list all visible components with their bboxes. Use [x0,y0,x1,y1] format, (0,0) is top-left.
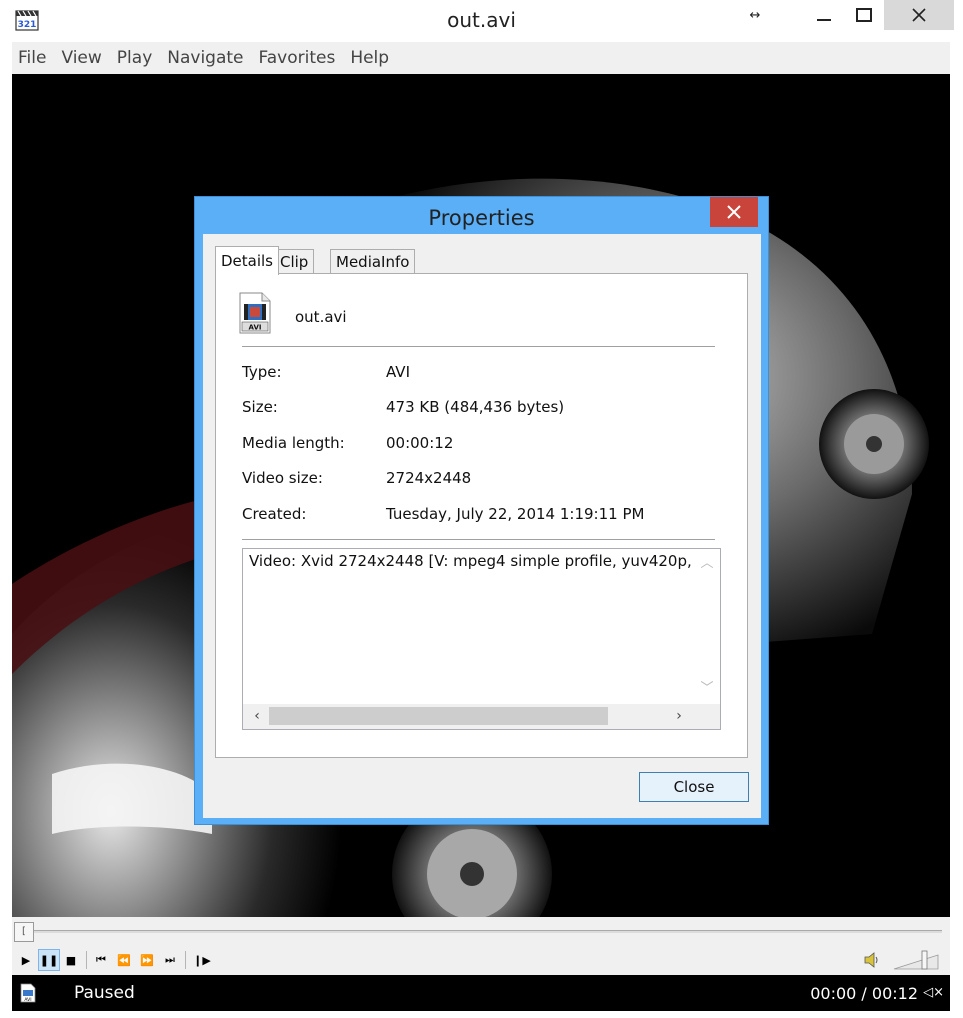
window-close-button[interactable] [884,0,954,30]
scroll-down-icon[interactable]: ﹀ [700,682,714,696]
status-bar: AVI Paused 00:00 / 00:12 ◁× [12,975,950,1011]
window-right-border [950,42,963,1018]
window-bottom-border [0,1011,963,1018]
controls-separator [185,951,186,969]
mute-icon[interactable]: ◁× [923,985,944,1000]
horizontal-scroll-thumb[interactable] [269,707,608,725]
speaker-icon[interactable] [862,950,882,970]
close-icon [912,8,926,22]
video-size-value: 2724x2448 [386,469,472,487]
maximize-button[interactable] [844,0,884,30]
properties-dialog: Properties Details Clip MediaInfo AVI ou… [194,196,769,825]
avi-file-icon: AVI [239,292,271,334]
horizontal-scrollbar[interactable]: ‹ › [243,704,720,729]
scroll-up-icon[interactable]: ︿ [700,557,714,571]
file-name: out.avi [295,308,347,326]
tab-mediainfo[interactable]: MediaInfo [330,249,416,274]
playback-status: Paused [74,983,135,1003]
title-bar: 321 out.avi ↔ [0,0,963,42]
seek-thumb[interactable]: [ [14,922,34,942]
created-value: Tuesday, July 22, 2014 1:19:11 PM [386,505,645,523]
menu-play[interactable]: Play [117,48,152,68]
menu-file[interactable]: File [18,48,46,68]
dialog-title: Properties [428,206,535,230]
window-left-border [0,42,12,1018]
media-length-label: Media length: [242,434,345,452]
stop-button[interactable]: ■ [60,949,82,971]
minimize-icon [817,19,831,21]
rewind-button[interactable]: ⏪ [113,949,135,971]
previous-button[interactable]: ⏮ [90,949,112,971]
media-length-value: 00:00:12 [386,434,454,452]
menu-help[interactable]: Help [350,48,389,68]
vertical-scrollbar[interactable]: ︿ ﹀ [694,549,720,704]
avi-icon-label: AVI [249,324,262,332]
divider [242,539,715,540]
resize-icon[interactable]: ↔ [740,0,770,30]
avi-file-icon: AVI [20,983,36,1003]
scroll-left-icon[interactable]: ‹ [249,708,265,724]
fast-forward-button[interactable]: ⏩ [136,949,158,971]
seek-bar[interactable]: [ [12,917,950,947]
dialog-body: Details Clip MediaInfo AVI out.avi Type:… [203,234,761,818]
type-label: Type: [242,363,282,381]
maximize-icon [856,8,872,22]
type-value: AVI [386,363,410,381]
menu-view[interactable]: View [61,48,101,68]
next-button[interactable]: ⏭ [159,949,181,971]
playback-controls: ▶ ❚❚ ■ ⏮ ⏪ ⏩ ⏭ ❙▶ [12,947,950,975]
menu-navigate[interactable]: Navigate [167,48,243,68]
play-button[interactable]: ▶ [15,949,37,971]
dialog-close-button[interactable] [710,197,758,227]
menu-bar: File View Play Navigate Favorites Help [12,42,950,74]
tab-clip[interactable]: Clip [274,249,315,274]
volume-thumb[interactable] [921,950,928,970]
details-panel: AVI out.avi Type: AVI Size: 473 KB (484,… [215,273,748,758]
created-label: Created: [242,505,307,523]
scroll-right-icon[interactable]: › [671,708,687,724]
close-button[interactable]: Close [639,772,749,802]
seek-track[interactable] [16,930,942,933]
svg-text:AVI: AVI [24,997,31,1003]
minimize-button[interactable] [804,0,844,30]
video-size-label: Video size: [242,469,323,487]
size-label: Size: [242,398,278,416]
menu-favorites[interactable]: Favorites [259,48,336,68]
size-value: 473 KB (484,436 bytes) [386,398,565,416]
frame-step-button[interactable]: ❙▶ [191,949,213,971]
volume-slider[interactable] [892,949,942,971]
divider [242,346,715,347]
stream-info-text: Video: Xvid 2724x2448 [V: mpeg4 simple p… [249,552,707,570]
time-display[interactable]: 00:00 / 00:12 [810,984,918,1003]
controls-separator [86,951,87,969]
pause-button[interactable]: ❚❚ [38,949,60,971]
tab-details[interactable]: Details [215,246,280,275]
close-icon [727,205,741,219]
stream-info-textbox[interactable]: Video: Xvid 2724x2448 [V: mpeg4 simple p… [242,548,721,730]
